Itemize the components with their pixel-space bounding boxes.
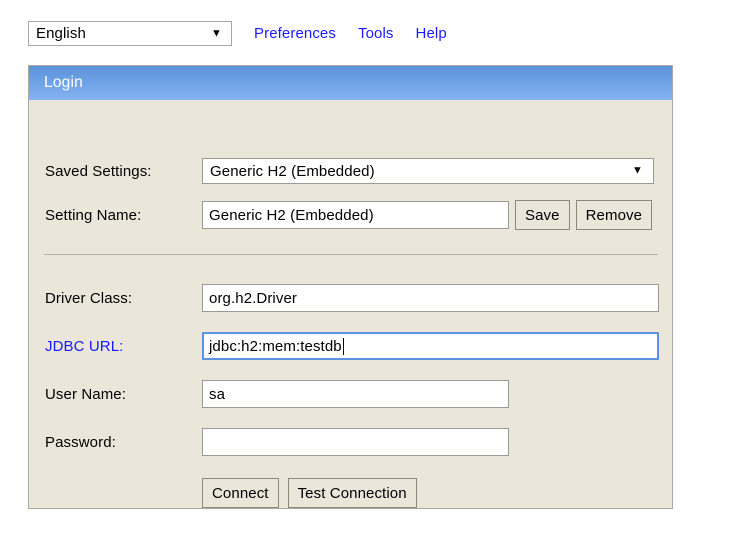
chevron-down-icon: ▼ <box>632 164 643 177</box>
section-divider <box>44 254 658 255</box>
user-name-value: sa <box>209 385 226 403</box>
login-panel: Login Saved Settings: Generic H2 (Embedd… <box>28 65 673 509</box>
chevron-down-icon: ▼ <box>211 27 222 39</box>
setting-name-value: Generic H2 (Embedded) <box>209 206 374 224</box>
row-setting-name: Setting Name: Generic H2 (Embedded) Save… <box>45 200 653 230</box>
panel-header: Login <box>29 66 672 100</box>
driver-class-label: Driver Class: <box>45 289 133 307</box>
test-connection-button[interactable]: Test Connection <box>287 478 417 508</box>
password-input[interactable] <box>202 428 509 456</box>
language-select-value: English <box>36 25 86 42</box>
tools-link[interactable]: Tools <box>358 25 394 42</box>
row-jdbc-url: JDBC URL: jdbc:h2:mem:testdb <box>45 332 659 360</box>
text-caret <box>342 337 344 355</box>
jdbc-url-value: jdbc:h2:mem:testdb <box>209 337 342 355</box>
preferences-link[interactable]: Preferences <box>254 25 336 42</box>
row-driver-class: Driver Class: org.h2.Driver <box>45 284 659 312</box>
password-label: Password: <box>45 433 116 451</box>
user-name-label: User Name: <box>45 385 127 403</box>
saved-settings-value: Generic H2 (Embedded) <box>210 162 375 180</box>
jdbc-url-input[interactable]: jdbc:h2:mem:testdb <box>202 332 659 360</box>
top-toolbar: English ▼ Preferences Tools Help <box>28 20 728 47</box>
row-password: Password: <box>45 428 509 456</box>
row-actions: Connect Test Connection <box>202 478 417 508</box>
setting-name-label: Setting Name: <box>45 206 142 224</box>
remove-button[interactable]: Remove <box>575 200 653 230</box>
help-link[interactable]: Help <box>416 25 447 42</box>
save-button[interactable]: Save <box>515 200 570 230</box>
language-select[interactable]: English ▼ <box>28 21 232 46</box>
driver-class-value: org.h2.Driver <box>209 289 297 307</box>
jdbc-url-label[interactable]: JDBC URL: <box>45 338 202 355</box>
saved-settings-select[interactable]: Generic H2 (Embedded) ▼ <box>202 158 654 184</box>
toolbar-links: Preferences Tools Help <box>254 25 447 42</box>
saved-settings-label: Saved Settings: <box>45 162 152 180</box>
connect-button[interactable]: Connect <box>202 478 279 508</box>
setting-name-input[interactable]: Generic H2 (Embedded) <box>202 201 509 229</box>
driver-class-input[interactable]: org.h2.Driver <box>202 284 659 312</box>
page-title: Login <box>44 74 83 91</box>
row-user-name: User Name: sa <box>45 380 509 408</box>
user-name-input[interactable]: sa <box>202 380 509 408</box>
row-saved-settings: Saved Settings: Generic H2 (Embedded) ▼ <box>45 158 654 184</box>
panel-body: Saved Settings: Generic H2 (Embedded) ▼ … <box>29 100 672 508</box>
